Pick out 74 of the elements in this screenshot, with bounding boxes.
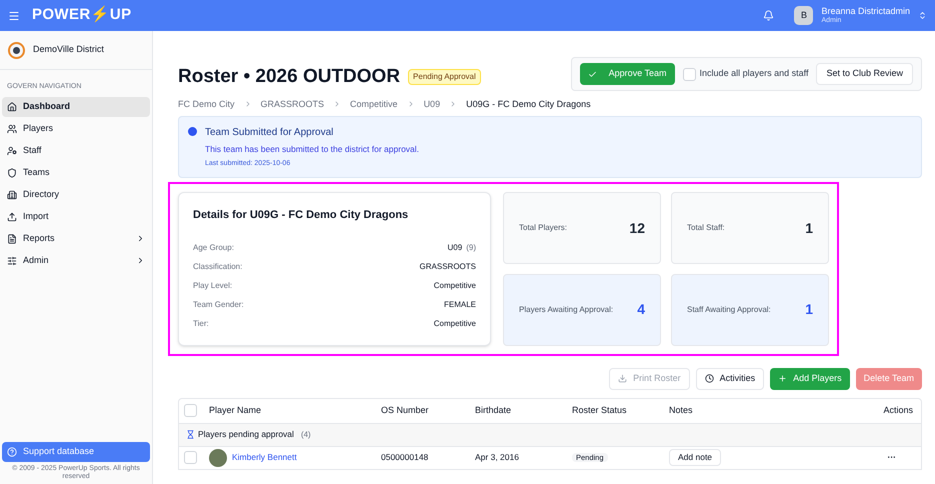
users-icon <box>7 124 17 134</box>
column-header: Actions <box>882 404 914 417</box>
group-label: Players pending approval <box>198 428 294 442</box>
stat-value: 4 <box>637 300 645 320</box>
checkbox[interactable] <box>682 68 696 80</box>
stat-value: 1 <box>805 218 813 238</box>
menu-icon[interactable] <box>8 10 20 22</box>
user-name: Breanna Districtadmin <box>821 6 910 16</box>
details-title: Details for U09G - FC Demo City Dragons <box>193 208 410 224</box>
stat-value: 12 <box>629 218 645 238</box>
stat-label: Players Awaiting Approval: <box>519 304 614 316</box>
alert-message: This team has been submitted to the district for approval. <box>205 143 420 156</box>
sliders-icon <box>7 256 17 266</box>
alert-title: Team Submitted for Approval <box>205 126 334 140</box>
user-gear-icon <box>7 146 17 156</box>
notification-bell-icon[interactable] <box>763 10 774 21</box>
column-header: Birthdate <box>475 404 512 417</box>
include-label: Include all players and staff <box>700 67 808 80</box>
field-label: Team Gender: <box>193 299 245 312</box>
nav-item[interactable]: Dashboard <box>2 96 150 116</box>
building-icon <box>7 190 17 200</box>
field-value: Competitive <box>434 318 476 330</box>
add-note-button[interactable]: Add note <box>669 449 722 466</box>
support-button[interactable]: Support database <box>2 442 150 462</box>
document-icon <box>7 234 17 244</box>
table-cell-text: 0500000148 <box>381 451 430 464</box>
column-header: Roster Status <box>572 404 628 417</box>
field-value: U09 <box>448 242 462 254</box>
shield-icon <box>7 168 17 178</box>
hourglass-icon <box>186 430 195 440</box>
column-header: Player Name <box>209 404 262 417</box>
stat-value: 1 <box>805 300 813 320</box>
download-icon <box>618 374 628 384</box>
avatar-photo-placeholder <box>209 448 227 467</box>
field-value: Competitive <box>434 280 476 292</box>
ball-logo-icon <box>8 42 25 58</box>
field-label: Classification: <box>193 261 244 274</box>
column-header: Notes <box>669 404 694 417</box>
user-avatar[interactable]: B <box>794 6 814 25</box>
breadcrumb-link[interactable]: FC Demo City <box>178 98 235 111</box>
stat-label: Staff Awaiting Approval: <box>687 304 772 316</box>
logo[interactable]: POWER⚡UP <box>32 4 132 27</box>
field-value: GRASSROOTS <box>420 261 476 274</box>
home-icon <box>7 102 17 112</box>
plus-icon <box>778 374 788 384</box>
chevrons-icon[interactable] <box>918 11 927 20</box>
field-value: FEMALE <box>444 299 476 312</box>
status-badge: Pending Approval <box>408 69 481 86</box>
stat-label: Total Players: <box>519 222 568 234</box>
upload-icon <box>7 212 17 222</box>
stat-label: Total Staff: <box>687 222 726 234</box>
row-menu-button[interactable]: ··· <box>856 451 916 464</box>
field-label: Age Group: <box>193 242 235 254</box>
column-header: OS Number <box>381 404 430 417</box>
check-icon <box>588 70 597 78</box>
breadcrumb-link[interactable]: GRASSROOTS <box>260 98 324 111</box>
checkbox[interactable] <box>184 451 197 464</box>
action-button[interactable]: Activities <box>696 368 764 390</box>
page-title: Roster • 2026 OUTDOOR <box>178 65 400 89</box>
group-count: (4) <box>300 428 311 441</box>
breadcrumb-link[interactable]: Competitive <box>350 98 398 111</box>
field-extra: (9) <box>466 242 476 254</box>
field-label: Play Level: <box>193 280 234 292</box>
field-label: Tier: <box>193 318 210 330</box>
help-icon <box>7 446 17 456</box>
chevron-icon <box>136 234 145 243</box>
organization-name: DemoVille District <box>33 43 104 56</box>
club-review-button[interactable]: Set to Club Review <box>816 63 913 85</box>
chevron-icon <box>136 256 145 265</box>
breadcrumb-link[interactable]: U09 <box>424 98 440 111</box>
table-cell-text: Apr 3, 2016 <box>475 451 520 464</box>
player-name-link[interactable]: Kimberly Bennett <box>232 451 297 464</box>
checkbox[interactable] <box>184 404 197 418</box>
clock-icon <box>704 374 714 384</box>
